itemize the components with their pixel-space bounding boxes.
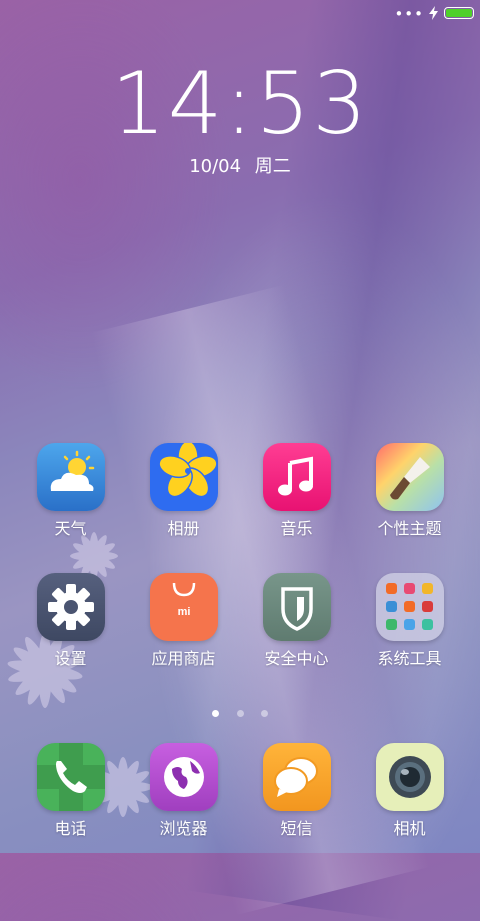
app-label: 相册 — [167, 519, 200, 538]
app-label: 天气 — [54, 519, 87, 538]
app-label: 短信 — [280, 819, 313, 838]
page-indicator — [0, 702, 480, 721]
app-phone[interactable]: 电话 — [14, 743, 127, 839]
app-weather[interactable]: 天气 — [14, 443, 127, 539]
app-music[interactable]: 音乐 — [240, 443, 353, 539]
battery-icon — [444, 7, 474, 19]
app-label: 相机 — [393, 819, 426, 838]
battery-level-fill — [446, 9, 472, 17]
app-browser[interactable]: 浏览器 — [127, 743, 240, 839]
charging-bolt-icon — [429, 6, 438, 20]
app-label: 音乐 — [280, 519, 313, 538]
app-label: 设置 — [54, 649, 87, 668]
app-label: 浏览器 — [159, 819, 208, 838]
app-settings[interactable]: 设置 — [14, 573, 127, 669]
clock-time: 14:53 — [111, 54, 369, 154]
gallery-icon — [149, 443, 218, 511]
system-tools-folder-icon — [375, 573, 444, 641]
messages-icon — [262, 743, 331, 811]
app-label: 系统工具 — [377, 649, 442, 668]
app-label: 电话 — [54, 819, 87, 838]
app-messages[interactable]: 短信 — [240, 743, 353, 839]
page-dot-2[interactable] — [236, 710, 244, 717]
security-center-icon — [262, 573, 331, 641]
app-store-icon: mi — [149, 573, 218, 641]
store-logo-text: mi — [177, 606, 190, 618]
app-gallery[interactable]: 相册 — [127, 443, 240, 539]
app-system-tools[interactable]: 系统工具 — [353, 573, 466, 669]
camera-icon — [375, 743, 444, 811]
music-icon — [262, 443, 331, 511]
date-text: 10/04 — [189, 156, 242, 177]
themes-icon — [375, 443, 444, 511]
page-dot-1[interactable] — [212, 710, 220, 717]
weather-icon — [36, 443, 105, 511]
app-themes[interactable]: 个性主题 — [353, 443, 466, 539]
app-label: 应用商店 — [151, 649, 216, 668]
clock-date: 10/04 周二 — [0, 152, 480, 178]
settings-icon — [36, 573, 105, 641]
phone-icon — [36, 743, 105, 811]
weekday-text: 周二 — [254, 156, 291, 177]
status-bar: ••• — [0, 0, 480, 28]
signal-dots-icon: ••• — [394, 5, 424, 23]
app-store[interactable]: mi 应用商店 — [127, 573, 240, 669]
app-label: 安全中心 — [264, 649, 329, 668]
page-dot-3[interactable] — [260, 710, 268, 717]
app-security-center[interactable]: 安全中心 — [240, 573, 353, 669]
app-camera[interactable]: 相机 — [353, 743, 466, 839]
app-label: 个性主题 — [377, 519, 442, 538]
browser-icon — [149, 743, 218, 811]
